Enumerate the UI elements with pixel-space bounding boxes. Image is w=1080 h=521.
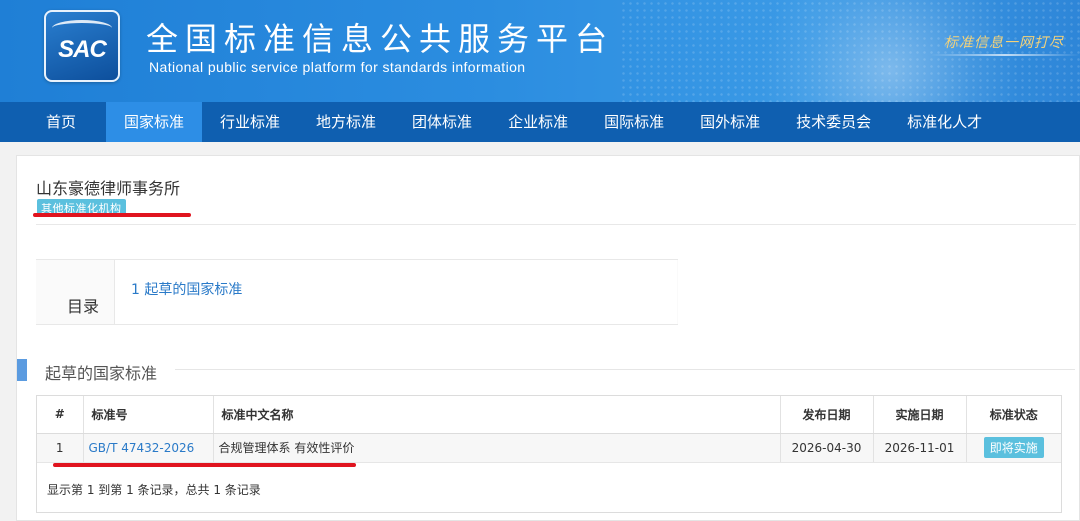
table-row: 1 GB/T 47432-2026 合规管理体系 有效性评价 2026-04-3…	[37, 433, 1061, 463]
main-nav: 首页 国家标准 行业标准 地方标准 团体标准 企业标准 国际标准 国外标准 技术…	[0, 102, 1080, 142]
toc-link-drafted-national-standards[interactable]: 1 起草的国家标准	[131, 279, 242, 299]
section-marker	[17, 359, 27, 381]
nav-item-home[interactable]: 首页	[16, 102, 106, 142]
header-divider	[36, 224, 1076, 225]
cell-code: GB/T 47432-2026	[83, 433, 214, 463]
nav-item-local-standards[interactable]: 地方标准	[298, 102, 394, 142]
nav-item-international-standards[interactable]: 国际标准	[586, 102, 682, 142]
nav-item-technical-committees[interactable]: 技术委员会	[778, 102, 889, 142]
annotation-underline	[33, 213, 191, 217]
nav-item-industry-standards[interactable]: 行业标准	[202, 102, 298, 142]
sac-logo[interactable]: SAC	[44, 10, 120, 82]
toc-body: 1 起草的国家标准	[115, 260, 677, 324]
section-rule	[175, 369, 1075, 370]
cell-effective-date: 2026-11-01	[873, 433, 967, 463]
logo-text: SAC	[58, 36, 107, 63]
content-panel: 山东豪德律师事务所 其他标准化机构 目录 1 起草的国家标准 起草的国家标准 #…	[16, 155, 1080, 521]
table-of-contents: 目录 1 起草的国家标准	[36, 259, 678, 325]
standard-code-link[interactable]: GB/T 47432-2026	[89, 441, 195, 455]
cell-index: 1	[37, 433, 84, 463]
column-header-index[interactable]: #	[37, 396, 84, 434]
site-slogan: 标准信息一网打尽	[944, 35, 1064, 51]
site-header: SAC 全国标准信息公共服务平台 National public service…	[0, 0, 1080, 102]
nav-item-foreign-standards[interactable]: 国外标准	[682, 102, 778, 142]
cell-name: 合规管理体系 有效性评价	[213, 433, 781, 463]
site-title: 全国标准信息公共服务平台	[146, 20, 615, 58]
column-header-name[interactable]: 标准中文名称	[213, 396, 781, 434]
column-header-status[interactable]: 标准状态	[966, 396, 1061, 434]
org-name: 山东豪德律师事务所	[36, 179, 181, 198]
column-header-effective-date[interactable]: 实施日期	[873, 396, 967, 434]
nav-item-standardization-talent[interactable]: 标准化人才	[889, 102, 1000, 142]
status-badge: 即将实施	[983, 437, 1044, 458]
nav-item-enterprise-standards[interactable]: 企业标准	[490, 102, 586, 142]
nav-item-national-standards[interactable]: 国家标准	[106, 102, 203, 142]
column-header-publish-date[interactable]: 发布日期	[780, 396, 874, 434]
toc-label: 目录	[67, 297, 100, 316]
column-header-code[interactable]: 标准号	[83, 396, 214, 434]
cell-status: 即将实施	[966, 433, 1061, 463]
pagination-summary: 显示第 1 到第 1 条记录，总共 1 条记录	[47, 483, 261, 497]
table-header-row: # 标准号 标准中文名称 发布日期 实施日期 标准状态	[37, 396, 1061, 434]
cell-publish-date: 2026-04-30	[780, 433, 874, 463]
logo-swoosh	[52, 20, 112, 36]
section-title: 起草的国家标准	[45, 364, 158, 383]
annotation-underline	[53, 463, 356, 467]
site-subtitle: National public service platform for sta…	[149, 59, 526, 75]
standards-table: # 标准号 标准中文名称 发布日期 实施日期 标准状态 1 GB/T 47432…	[36, 395, 1062, 513]
slogan-underline	[930, 54, 1080, 56]
nav-item-group-standards[interactable]: 团体标准	[394, 102, 490, 142]
